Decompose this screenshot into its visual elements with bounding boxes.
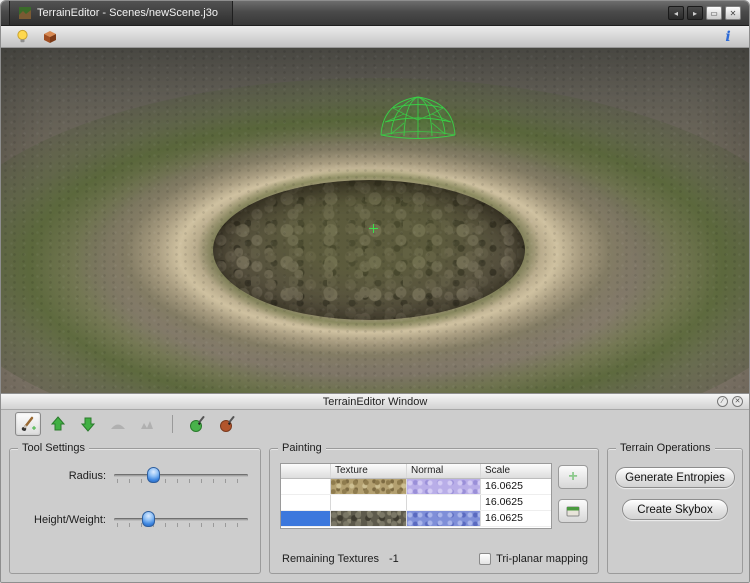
remaining-textures-value: -1 — [389, 553, 399, 565]
dock-close-button[interactable]: ✕ — [732, 396, 743, 407]
texture-layers-table[interactable]: Texture Normal Scale 16.0625 16.0625 — [280, 463, 552, 529]
info-icon: i — [725, 30, 730, 44]
scroll-left-button[interactable]: ◂ — [668, 6, 684, 20]
paint-texture-icon — [187, 414, 207, 434]
empty-normal-cell[interactable] — [407, 495, 481, 510]
toolbar-separator — [172, 415, 173, 433]
table-row-selected[interactable]: 16.0625 — [281, 511, 551, 527]
blue-normal-thumbnail[interactable] — [407, 511, 481, 526]
plus-icon: + — [568, 469, 577, 485]
remove-texture-layer-button[interactable] — [558, 499, 588, 523]
light-toggle-button[interactable] — [13, 28, 31, 46]
info-button[interactable]: i — [719, 28, 737, 46]
lower-terrain-button[interactable] — [75, 412, 101, 436]
paint-brush-icon — [18, 414, 38, 434]
triplanar-label: Tri-planar mapping — [496, 553, 588, 565]
radius-row: Radius: — [20, 465, 250, 487]
column-header-texture: Texture — [331, 464, 407, 478]
viewport-3d[interactable] — [1, 48, 750, 393]
height-weight-row: Height/Weight: — [20, 509, 250, 531]
tool-settings-title: Tool Settings — [18, 442, 89, 454]
restore-window-button[interactable]: ▭ — [706, 6, 722, 20]
tool-settings-group: Tool Settings Radius: Height/Weight: — [9, 448, 261, 574]
slider-track — [114, 474, 248, 477]
editor-bottom-panel: Tool Settings Radius: Height/Weight: — [1, 438, 749, 582]
lavender-normal-thumbnail[interactable] — [407, 479, 481, 494]
table-header: Texture Normal Scale — [281, 464, 551, 479]
terrain-tools-toolbar — [1, 410, 749, 438]
erase-texture-icon — [217, 414, 237, 434]
rock-texture-thumbnail[interactable] — [331, 511, 407, 526]
empty-texture-cell[interactable] — [331, 495, 407, 510]
height-weight-slider-thumb[interactable] — [142, 511, 155, 527]
titlebar: TerrainEditor - Scenes/newScene.j3o ◂ ▸ … — [1, 1, 749, 26]
texture-stack-icon — [565, 504, 581, 518]
scale-value[interactable]: 16.0625 — [481, 495, 551, 510]
slider-track — [114, 518, 248, 521]
painting-title: Painting — [278, 442, 326, 454]
smooth-terrain-button[interactable] — [105, 412, 131, 436]
scene-cube-button[interactable] — [41, 28, 59, 46]
row-select-cell[interactable] — [281, 479, 331, 494]
main-toolbar: i — [1, 26, 749, 48]
cube-icon — [42, 29, 58, 45]
radius-slider-thumb[interactable] — [147, 467, 160, 483]
document-tab[interactable]: TerrainEditor - Scenes/newScene.j3o — [9, 1, 233, 25]
slider-ticks — [117, 523, 248, 527]
add-texture-layer-button[interactable]: + — [558, 465, 588, 489]
brush-wireframe-dome — [377, 90, 459, 142]
dock-minimize-button[interactable]: ∕ — [717, 396, 728, 407]
rough-terrain-icon — [138, 414, 158, 434]
terrain-editor-app: TerrainEditor - Scenes/newScene.j3o ◂ ▸ … — [0, 0, 750, 583]
generate-entropies-button[interactable]: Generate Entropies — [615, 467, 735, 488]
column-header-blank — [281, 464, 331, 478]
scale-value[interactable]: 16.0625 — [481, 511, 551, 526]
crater-floor — [213, 180, 525, 320]
lower-terrain-icon — [78, 414, 98, 434]
terrain-file-icon — [19, 7, 31, 19]
terrain-operations-group: Terrain Operations Generate Entropies Cr… — [607, 448, 743, 574]
height-weight-label: Height/Weight: — [20, 514, 112, 526]
create-skybox-button[interactable]: Create Skybox — [622, 499, 728, 520]
window-title: TerrainEditor - Scenes/newScene.j3o — [37, 7, 218, 19]
rough-terrain-button[interactable] — [135, 412, 161, 436]
remaining-textures-label: Remaining Textures — [282, 553, 379, 565]
close-window-button[interactable]: ✕ — [725, 6, 741, 20]
raise-terrain-button[interactable] — [45, 412, 71, 436]
terrain-operations-title: Terrain Operations — [616, 442, 715, 454]
paint-texture-button[interactable] — [184, 412, 210, 436]
radius-label: Radius: — [20, 470, 112, 482]
triplanar-checkbox-group: Tri-planar mapping — [479, 553, 588, 565]
painting-group: Painting Texture Normal Scale 16.0625 — [269, 448, 599, 574]
paint-brush-tool-button[interactable] — [15, 412, 41, 436]
erase-texture-button[interactable] — [214, 412, 240, 436]
dirt-texture-thumbnail[interactable] — [331, 479, 407, 494]
dock-title: TerrainEditor Window — [323, 396, 428, 408]
brush-crosshair — [369, 224, 378, 233]
triplanar-checkbox[interactable] — [479, 553, 491, 565]
painting-footer: Remaining Textures -1 Tri-planar mapping — [282, 553, 588, 565]
radius-slider[interactable] — [112, 465, 250, 487]
raise-terrain-icon — [48, 414, 68, 434]
window-controls: ◂ ▸ ▭ ✕ — [668, 6, 741, 20]
slider-ticks — [117, 479, 248, 483]
table-row[interactable]: 16.0625 — [281, 479, 551, 495]
table-row[interactable]: 16.0625 — [281, 495, 551, 511]
height-weight-slider[interactable] — [112, 509, 250, 531]
dock-controls: ∕ ✕ — [717, 396, 743, 407]
smooth-terrain-icon — [108, 414, 128, 434]
scroll-right-button[interactable]: ▸ — [687, 6, 703, 20]
row-select-cell-selected[interactable] — [281, 511, 331, 526]
row-select-cell[interactable] — [281, 495, 331, 510]
lightbulb-icon — [15, 29, 30, 44]
column-header-normal: Normal — [407, 464, 481, 478]
scale-value[interactable]: 16.0625 — [481, 479, 551, 494]
column-header-scale: Scale — [481, 464, 551, 478]
dock-panel-header[interactable]: TerrainEditor Window ∕ ✕ — [1, 393, 749, 410]
